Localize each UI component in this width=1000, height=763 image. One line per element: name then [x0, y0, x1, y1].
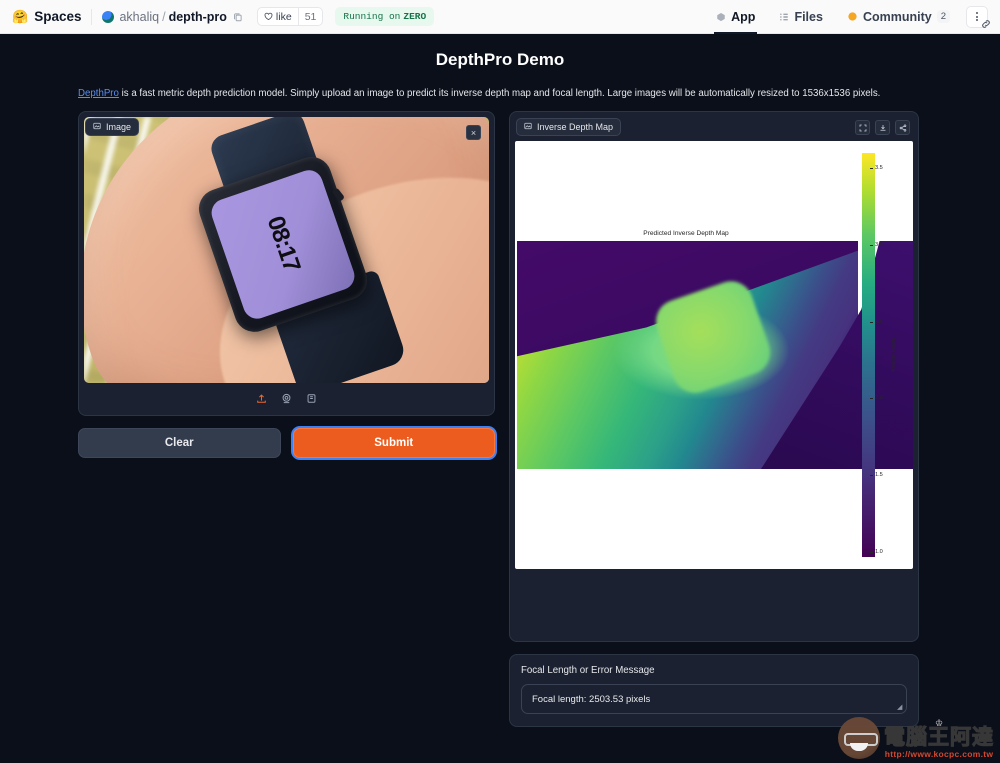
image-icon	[93, 122, 101, 132]
colorbar-ticks: 3.5 3.0 2.5 2.0 1.5 1.0	[870, 153, 891, 557]
tab-app-label: App	[731, 9, 756, 24]
paste-clipboard-icon[interactable]	[306, 393, 317, 404]
files-icon	[779, 12, 789, 22]
watermark-url: http://www.kocpc.com.tw	[884, 749, 994, 759]
more-options-button[interactable]	[966, 5, 990, 28]
community-icon	[847, 11, 858, 22]
watermark-text-group: ♔ 電腦王阿達 http://www.kocpc.com.tw	[884, 719, 994, 760]
header-nav: App Files Community 2	[704, 0, 990, 34]
action-buttons: Clear Submit	[78, 428, 495, 458]
owner-link[interactable]: akhaliq	[119, 10, 159, 24]
community-badge: 2	[936, 10, 950, 23]
colorbar-tick: 1.5	[870, 472, 883, 479]
copy-icon[interactable]	[233, 12, 243, 22]
like-label: like	[275, 10, 292, 23]
status-badge-hardware: ZERO	[403, 11, 427, 22]
image-preview[interactable]: × 08:17	[84, 117, 489, 383]
header-divider	[91, 8, 93, 25]
heart-icon	[264, 12, 273, 21]
like-count: 51	[297, 8, 323, 25]
tab-community-label: Community	[862, 9, 932, 24]
focal-length-textarea[interactable]: Focal length: 2503.53 pixels ◢	[521, 684, 907, 714]
focal-length-value: Focal length: 2503.53 pixels	[532, 693, 651, 705]
tab-app[interactable]: App	[704, 0, 767, 34]
chart-colorbar	[862, 153, 875, 557]
right-column: Inverse Depth Map Predicted Inverse Dept…	[509, 111, 919, 727]
watermark: ♔ 電腦王阿達 http://www.kocpc.com.tw	[838, 717, 994, 759]
site-header: 🤗 Spaces akhaliq / depth-pro like 51 Run…	[0, 0, 1000, 34]
depth-block-label: Inverse Depth Map	[516, 118, 622, 136]
left-column: Image × 08:17 Clear Submit	[78, 111, 495, 458]
share-icon[interactable]	[895, 120, 910, 135]
image-toolbar	[84, 386, 489, 410]
image-icon	[524, 122, 532, 132]
resize-handle-icon[interactable]: ◢	[897, 704, 903, 711]
tab-community[interactable]: Community 2	[835, 0, 962, 34]
upload-icon[interactable]	[256, 393, 267, 404]
like-button[interactable]: like	[258, 11, 298, 23]
clear-image-button[interactable]: ×	[466, 125, 481, 140]
spaces-link[interactable]: Spaces	[34, 9, 81, 24]
header-left-group: 🤗 Spaces akhaliq / depth-pro like 51 Run…	[12, 7, 435, 26]
owner-avatar	[102, 10, 115, 23]
repo-name[interactable]: depth-pro	[169, 10, 227, 24]
three-dots-vertical-icon	[976, 12, 978, 21]
fullscreen-icon[interactable]	[855, 120, 870, 135]
image-block-label-text: Image	[106, 122, 132, 132]
depth-plot[interactable]: Predicted Inverse Depth Map 3.5 3.0 2.5 …	[515, 141, 913, 569]
watch-time-text: 08:17	[260, 213, 305, 276]
page-title: DepthPro Demo	[435, 50, 565, 69]
status-badge: Running on ZERO	[335, 7, 435, 26]
depthpro-link[interactable]: DepthPro	[78, 88, 119, 99]
colorbar-tick: 2.5	[870, 318, 883, 325]
download-icon[interactable]	[875, 120, 890, 135]
submit-button[interactable]: Submit	[292, 428, 495, 458]
chart-title: Predicted Inverse Depth Map	[643, 230, 729, 237]
app-page: DepthPro Demo DepthPro is a fast metric …	[0, 34, 1000, 763]
cube-icon	[716, 12, 726, 22]
watermark-face-icon	[838, 717, 880, 759]
clear-button[interactable]: Clear	[78, 428, 281, 458]
image-input-block: Image × 08:17	[78, 111, 495, 416]
colorbar-tick: 2.0	[870, 395, 883, 402]
colorbar-tick: 3.5	[870, 165, 883, 172]
page-description-text: is a fast metric depth prediction model.…	[118, 88, 881, 99]
link-cursor-icon	[981, 19, 991, 32]
huggingface-logo-icon[interactable]: 🤗	[12, 10, 28, 23]
focal-length-label: Focal Length or Error Message	[521, 665, 655, 676]
main-columns: Image × 08:17 Clear Submit Inverse Depth…	[0, 99, 1000, 727]
page-description: DepthPro is a fast metric depth predicti…	[0, 70, 1000, 99]
uploaded-photo: 08:17	[84, 117, 489, 383]
colorbar-label: Inverse Depth	[891, 338, 898, 372]
depth-toolbar	[855, 120, 910, 135]
like-group[interactable]: like 51	[256, 7, 324, 26]
tab-files-label: Files	[794, 9, 823, 24]
image-block-label: Image	[85, 118, 140, 136]
path-separator: /	[162, 9, 166, 24]
webcam-icon[interactable]	[281, 393, 292, 404]
status-badge-prefix: Running on	[343, 11, 401, 22]
watermark-brand: 電腦王阿達	[884, 726, 994, 749]
depth-output-block: Inverse Depth Map Predicted Inverse Dept…	[509, 111, 919, 642]
depth-block-label-text: Inverse Depth Map	[537, 122, 614, 132]
tab-files[interactable]: Files	[767, 0, 835, 34]
colorbar-tick: 3.0	[870, 241, 883, 248]
colorbar-tick: 1.0	[870, 548, 883, 555]
